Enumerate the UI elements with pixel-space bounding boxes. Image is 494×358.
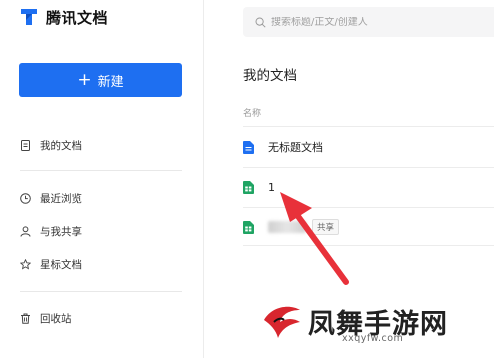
phoenix-logo-icon: [264, 306, 300, 338]
file-row[interactable]: 无标题文档: [243, 128, 494, 166]
search-bar[interactable]: [243, 7, 494, 37]
sidebar-item-recent[interactable]: 最近浏览: [20, 189, 82, 207]
sidebar-item-label: 最近浏览: [40, 192, 82, 205]
trash-icon: [21, 313, 30, 324]
sidebar-item-trash[interactable]: 回收站: [20, 309, 72, 327]
tencent-docs-logo-icon: [21, 9, 37, 25]
watermark: 凤舞手游网 xxqyfw.com: [258, 298, 494, 356]
watermark-url: xxqyfw.com: [342, 333, 404, 344]
search-icon: [255, 17, 266, 28]
sidebar-item-starred[interactable]: 星标文档: [20, 255, 82, 273]
file-name: 无标题文档: [268, 141, 323, 154]
annotation-arrow-icon: [280, 192, 349, 285]
user-icon: [20, 225, 31, 237]
header-divider: [243, 126, 494, 127]
sidebar-item-my-docs[interactable]: 我的文档: [20, 136, 82, 154]
sidebar: 腾讯文档 + 新建 我的文档 最近浏览 与我共享 星标文档 回收站: [0, 0, 204, 358]
app-logo[interactable]: 腾讯文档: [20, 7, 108, 27]
sidebar-divider: [20, 291, 182, 292]
document-icon: [21, 139, 30, 151]
new-button[interactable]: + 新建: [19, 63, 182, 97]
page-title: 我的文档: [243, 68, 297, 84]
sheet-file-icon: [243, 220, 254, 234]
app-name: 腾讯文档: [46, 8, 109, 27]
new-button-label: 新建: [97, 74, 124, 90]
sidebar-item-label: 星标文档: [40, 258, 82, 271]
sidebar-item-shared[interactable]: 与我共享: [20, 222, 82, 240]
sidebar-item-label: 回收站: [40, 312, 72, 325]
sidebar-item-label: 与我共享: [40, 225, 82, 238]
plus-icon: +: [77, 69, 92, 90]
search-input[interactable]: [271, 16, 471, 28]
star-icon: [20, 258, 31, 270]
doc-file-icon: [243, 140, 254, 154]
clock-icon: [20, 192, 31, 204]
sidebar-item-label: 我的文档: [40, 139, 82, 152]
column-header-name[interactable]: 名称: [243, 106, 261, 119]
sidebar-divider: [20, 170, 182, 171]
sheet-file-icon: [243, 180, 254, 194]
